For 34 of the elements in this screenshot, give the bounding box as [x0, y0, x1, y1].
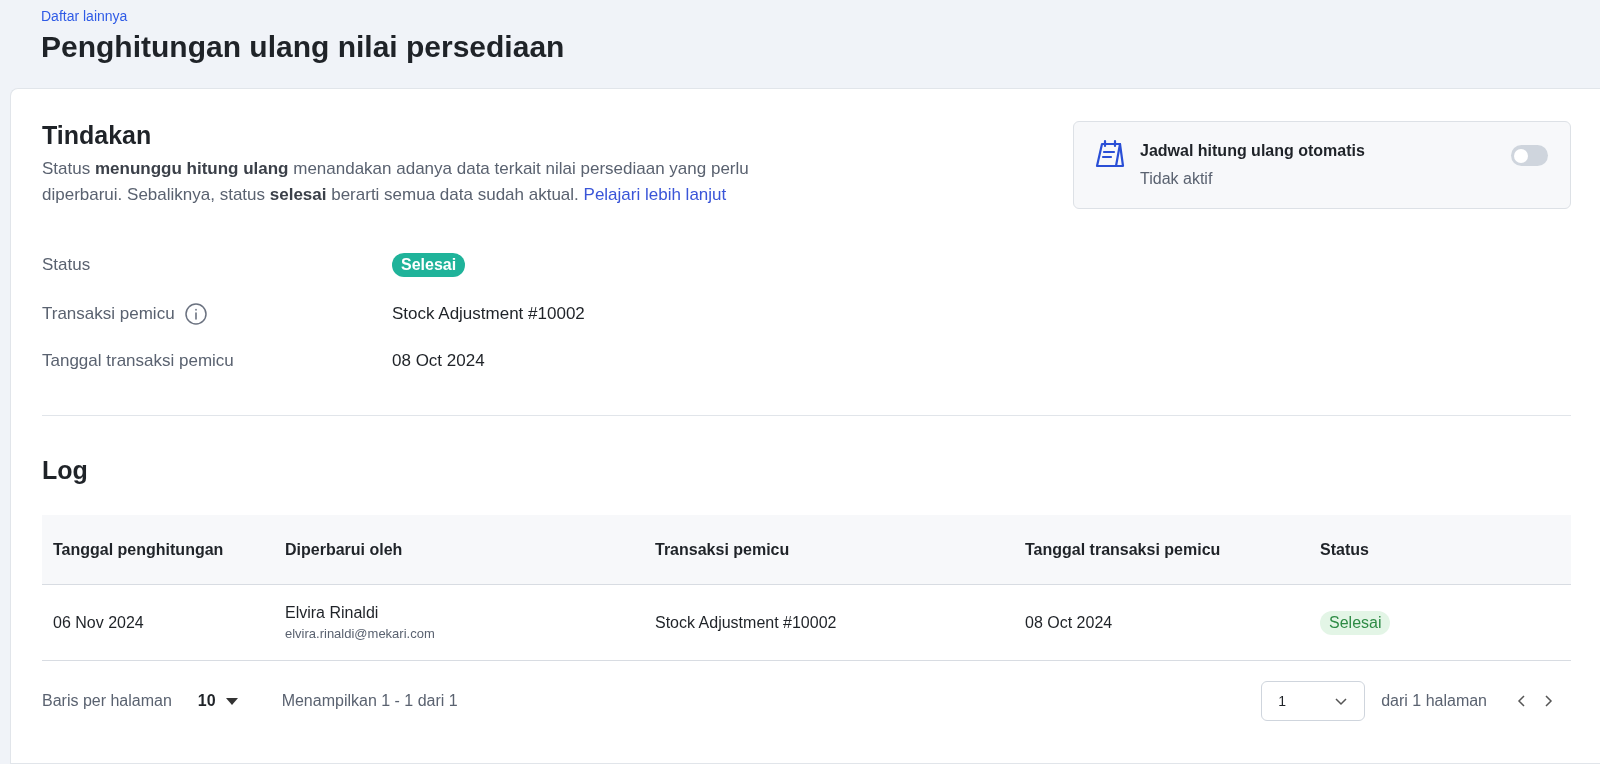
field-label: Transaksi pemicu [42, 304, 175, 324]
rows-per-page-select[interactable]: 10 [193, 688, 242, 714]
log-heading: Log [42, 456, 89, 485]
column-header: Tanggal penghitungan [42, 515, 274, 585]
status-badge: Selesai [1320, 610, 1391, 635]
field-value: Stock Adjustment #10002 [392, 304, 585, 324]
schedule-status: Tidak aktif [1140, 170, 1214, 188]
page-title: Penghitungan ulang nilai persediaan [41, 30, 566, 64]
column-header: Status [1309, 515, 1571, 585]
table-cell: 06 Nov 2024 [42, 585, 274, 661]
learn-more-link[interactable]: Pelajari lebih lanjut [583, 185, 727, 204]
schedule-title: Jadwal hitung ulang otomatis [1140, 142, 1366, 160]
page-select[interactable]: 1 [1261, 681, 1366, 721]
field-label: Status [42, 255, 91, 275]
info-icon[interactable] [184, 303, 207, 325]
user-name: Elvira Rinaldi [285, 604, 379, 622]
field-label: Tanggal transaksi pemicu [42, 351, 234, 371]
column-header: Diperbarui oleh [274, 515, 644, 585]
status-badge: Selesai [392, 253, 466, 277]
calendar-icon [1094, 138, 1126, 170]
breadcrumb-link[interactable]: Daftar lainnya [41, 8, 128, 24]
schedule-toggle[interactable] [1511, 145, 1548, 166]
table-cell: Stock Adjustment #10002 [644, 585, 1014, 661]
field-value: 08 Oct 2024 [392, 351, 485, 371]
table-cell: 08 Oct 2024 [1014, 585, 1309, 661]
section-heading: Tindakan [42, 121, 153, 150]
column-header: Tanggal transaksi pemicu [1014, 515, 1309, 585]
user-email: elvira.rinaldi@mekari.com [285, 626, 435, 641]
page-total: dari 1 halaman [1381, 692, 1487, 710]
rows-per-page-label: Baris per halaman [42, 692, 172, 710]
column-header: Transaksi pemicu [644, 515, 1014, 585]
showing-count: Menampilkan 1 - 1 dari 1 [281, 692, 458, 710]
caret-icon [225, 697, 238, 705]
description-text: Status menunggu hitung ulang menandakan adanya data terkait nilai persediaan yang perlu diperbarui. Sebaliknya, status selesai berarti semua data sudah aktual. Pelajari lebih lanjut [42, 158, 750, 206]
